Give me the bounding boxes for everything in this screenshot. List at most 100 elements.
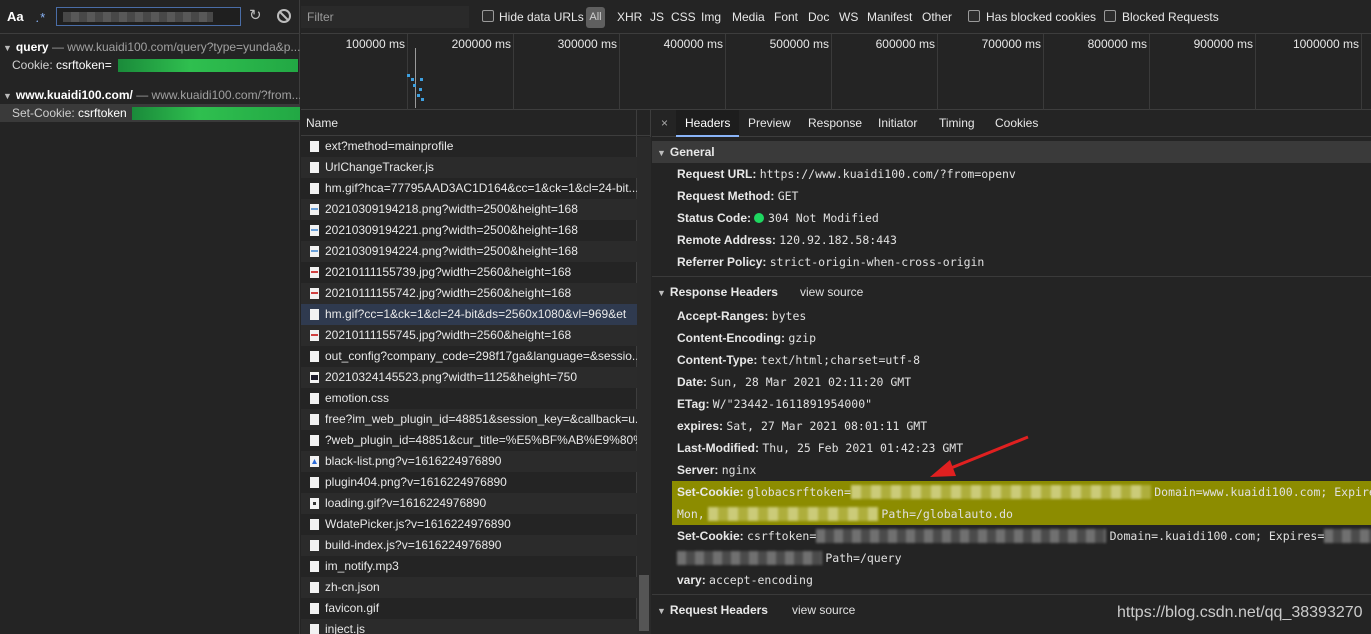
image-file-icon — [310, 267, 319, 278]
image-file-icon — [310, 225, 319, 236]
request-row[interactable]: 20210111155739.jpg?width=2560&height=168 — [301, 262, 637, 283]
request-row[interactable]: build-index.js?v=1616224976890 — [301, 535, 637, 556]
has-blocked-cookies-checkbox[interactable] — [968, 10, 980, 22]
tab-timing[interactable]: Timing — [930, 110, 984, 137]
request-row[interactable]: zh-cn.json — [301, 577, 637, 598]
detail-tabs: × Headers Preview Response Initiator Tim… — [652, 110, 1371, 137]
request-name: plugin404.png?v=1616224976890 — [325, 475, 507, 489]
tick-label: 300000 ms — [557, 37, 617, 51]
timeline-overview[interactable]: 100000 ms 200000 ms 300000 ms 400000 ms … — [301, 34, 1371, 110]
tick-line — [937, 34, 938, 110]
request-row[interactable]: WdatePicker.js?v=1616224976890 — [301, 514, 637, 535]
file-icon — [310, 393, 319, 404]
tab-response[interactable]: Response — [799, 110, 871, 137]
expand-arrow-icon[interactable]: ▼ — [3, 91, 12, 101]
image-file-icon — [310, 498, 319, 509]
image-file-icon — [310, 288, 319, 299]
timeline-dot — [411, 78, 414, 81]
tick-label: 1000000 ms — [1292, 37, 1359, 51]
expand-arrow-icon[interactable]: ▼ — [3, 43, 12, 53]
collapse-arrow-icon[interactable]: ▼ — [657, 148, 666, 158]
watermark: https://blog.csdn.net/qq_38393270 — [1117, 604, 1363, 621]
type-filter-js[interactable]: JS — [650, 10, 664, 24]
general-section-header[interactable]: ▼ General — [652, 141, 1371, 163]
type-filter-font[interactable]: Font — [774, 10, 798, 24]
column-header-name[interactable]: Name — [301, 110, 650, 634]
redacted-value — [708, 507, 879, 521]
request-row[interactable]: 20210111155742.jpg?width=2560&height=168 — [301, 283, 637, 304]
regex-button[interactable]: .* — [36, 10, 45, 25]
header-row: ETag: W/"23442-1611891954000" — [677, 397, 873, 411]
collapse-arrow-icon[interactable]: ▼ — [657, 288, 666, 298]
request-row[interactable]: UrlChangeTracker.js — [301, 157, 637, 178]
search-result-line[interactable]: Cookie: csrftoken= — [0, 56, 300, 74]
blocked-requests-checkbox[interactable] — [1104, 10, 1116, 22]
request-row[interactable]: loading.gif?v=1616224976890 — [301, 493, 637, 514]
collapse-arrow-icon[interactable]: ▼ — [657, 606, 666, 616]
request-row[interactable]: 20210309194221.png?width=2500&height=168 — [301, 220, 637, 241]
request-name: hm.gif?hca=77795AAD3AC1D164&cc=1&ck=1&cl… — [325, 181, 637, 195]
tick-line — [831, 34, 832, 110]
search-input[interactable] — [56, 7, 241, 26]
request-row[interactable]: im_notify.mp3 — [301, 556, 637, 577]
request-row[interactable]: favicon.gif — [301, 598, 637, 619]
type-filter-media[interactable]: Media — [732, 10, 765, 24]
scroll-thumb[interactable] — [639, 575, 649, 631]
request-row[interactable]: out_config?company_code=298f17ga&languag… — [301, 346, 637, 367]
request-row[interactable]: 20210111155745.jpg?width=2560&height=168 — [301, 325, 637, 346]
type-filter-doc[interactable]: Doc — [808, 10, 829, 24]
search-result-title[interactable]: ▼ query — www.kuaidi100.com/query?type=yu… — [0, 38, 300, 56]
hide-data-urls-checkbox[interactable] — [482, 10, 494, 22]
clear-icon[interactable] — [277, 9, 291, 23]
tab-preview[interactable]: Preview — [739, 110, 800, 137]
search-result-title[interactable]: ▼ www.kuaidi100.com/ — www.kuaidi100.com/… — [0, 86, 300, 104]
response-headers-section-header[interactable]: ▼ Response Headers view source — [652, 281, 1371, 303]
close-icon[interactable]: × — [661, 116, 668, 130]
match-case-button[interactable]: Aa — [7, 9, 24, 24]
request-row[interactable]: 20210324145523.png?width=1125&height=750 — [301, 367, 637, 388]
request-name: 20210324145523.png?width=1125&height=750 — [325, 370, 578, 384]
type-filter-css[interactable]: CSS — [671, 10, 696, 24]
request-row[interactable]: ext?method=mainprofile — [301, 136, 637, 157]
tick-label: 600000 ms — [875, 37, 935, 51]
request-row[interactable]: emotion.css — [301, 388, 637, 409]
header-row: vary: accept-encoding — [677, 573, 813, 587]
type-filter-img[interactable]: Img — [701, 10, 721, 24]
request-detail-panel: × Headers Preview Response Initiator Tim… — [652, 110, 1371, 634]
type-filter-all[interactable]: All — [586, 7, 605, 28]
request-row[interactable]: hm.gif?hca=77795AAD3AC1D164&cc=1&ck=1&cl… — [301, 178, 637, 199]
request-row[interactable]: plugin404.png?v=1616224976890 — [301, 472, 637, 493]
refresh-icon[interactable]: ↻ — [249, 8, 265, 24]
type-filter-other[interactable]: Other — [922, 10, 952, 24]
file-icon — [310, 141, 319, 152]
request-name: ?web_plugin_id=48851&cur_title=%E5%BF%AB… — [325, 433, 637, 447]
request-row[interactable]: 20210309194218.png?width=2500&height=168 — [301, 199, 637, 220]
request-name: inject.js — [325, 622, 366, 634]
view-source-link[interactable]: view source — [792, 599, 855, 621]
request-row[interactable]: 20210309194224.png?width=2500&height=168 — [301, 241, 637, 262]
request-row[interactable]: ?web_plugin_id=48851&cur_title=%E5%BF%AB… — [301, 430, 637, 451]
tick-line — [407, 34, 408, 110]
request-row[interactable]: black-list.png?v=1616224976890 — [301, 451, 637, 472]
request-row[interactable]: hm.gif?cc=1&ck=1&cl=24-bit&ds=2560x1080&… — [301, 304, 637, 325]
header-row: Accept-Ranges: bytes — [677, 309, 807, 323]
network-filter-bar: Filter Hide data URLs All XHR JS CSS Img… — [301, 0, 1371, 34]
search-toolbar: Aa .* ↻ — [0, 0, 299, 34]
type-filter-ws[interactable]: WS — [839, 10, 858, 24]
timeline-dot — [413, 84, 416, 87]
request-row[interactable]: free?im_web_plugin_id=48851&session_key=… — [301, 409, 637, 430]
view-source-link[interactable]: view source — [800, 281, 863, 303]
request-name: loading.gif?v=1616224976890 — [325, 496, 487, 510]
type-filter-manifest[interactable]: Manifest — [867, 10, 912, 24]
set-cookie-row-cont: Path=/query — [652, 547, 1371, 569]
status-ok-icon — [754, 213, 765, 223]
tab-cookies[interactable]: Cookies — [986, 110, 1047, 137]
scrollbar[interactable] — [637, 137, 651, 634]
search-result-line[interactable]: Set-Cookie: csrftoken — [0, 104, 300, 122]
tab-headers[interactable]: Headers — [676, 110, 740, 137]
type-filter-xhr[interactable]: XHR — [617, 10, 642, 24]
header-row: Request Method: GET — [677, 189, 799, 203]
request-row[interactable]: inject.js — [301, 619, 637, 634]
file-icon — [310, 540, 319, 551]
tab-initiator[interactable]: Initiator — [869, 110, 926, 137]
